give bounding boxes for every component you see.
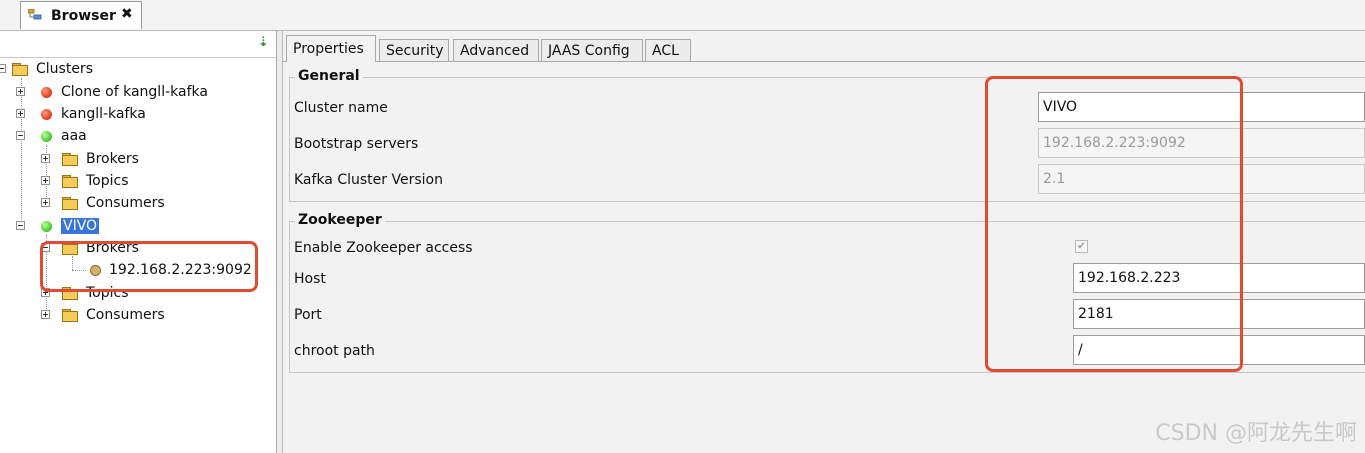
chroot-path-field[interactable]: / — [1073, 335, 1365, 365]
folder-icon — [62, 309, 78, 322]
tree-guide — [72, 256, 73, 270]
view-tab-bar: Browser ✖ — [0, 0, 1365, 31]
port-field[interactable]: 2181 — [1073, 299, 1365, 329]
host-field[interactable]: 192.168.2.223 — [1073, 263, 1365, 293]
collapse-toggle[interactable] — [16, 221, 25, 230]
node-label: Topics — [86, 173, 129, 189]
tree-item-cluster-selected[interactable]: VIVO — [16, 216, 100, 236]
cluster-name-label: Cluster name — [294, 100, 388, 116]
expand-toggle[interactable] — [41, 288, 50, 297]
folder-icon — [62, 153, 78, 166]
tab-properties[interactable]: Properties — [286, 35, 376, 62]
folder-open-icon — [12, 63, 28, 76]
tree-item-cluster[interactable]: Clone of kangll-kafka — [16, 82, 208, 102]
collapse-toggle[interactable] — [0, 64, 6, 73]
cluster-name-field[interactable]: VIVO — [1038, 92, 1365, 122]
watermark: CSDN @阿龙先生啊 — [1155, 421, 1357, 446]
enable-zookeeper-checkbox[interactable]: ✔ — [1075, 240, 1088, 253]
kafka-version-field[interactable]: 2.1 — [1038, 164, 1365, 194]
node-label: Topics — [86, 285, 129, 301]
tree-item-consumers[interactable]: Consumers — [41, 305, 165, 325]
tree-item-topics[interactable]: Topics — [41, 171, 129, 191]
cluster-label: kangll-kafka — [61, 106, 146, 122]
node-label: Brokers — [86, 240, 139, 256]
tree-view-icon — [28, 9, 42, 20]
tree-item-cluster[interactable]: aaa — [16, 126, 87, 146]
status-disconnected-icon — [41, 86, 52, 98]
general-title: General — [295, 68, 363, 84]
tree-root-clusters[interactable]: Clusters — [0, 59, 93, 79]
expand-toggle[interactable] — [41, 310, 50, 319]
tab-label: Security — [386, 42, 444, 59]
broker-label: 192.168.2.223:9092 — [109, 262, 252, 278]
folder-open-icon — [62, 242, 78, 255]
tab-acl[interactable]: ACL — [645, 39, 691, 61]
expand-toggle[interactable] — [16, 109, 25, 118]
tree-item-brokers[interactable]: Brokers — [41, 149, 139, 169]
tree-guide — [72, 270, 86, 271]
enable-zookeeper-label: Enable Zookeeper access — [294, 240, 473, 256]
collapse-toggle[interactable] — [41, 243, 50, 252]
expand-toggle[interactable] — [16, 87, 25, 96]
tab-label: ACL — [652, 42, 679, 59]
tree-item-cluster[interactable]: kangll-kafka — [16, 104, 146, 124]
cluster-label: Clone of kangll-kafka — [61, 84, 208, 100]
browser-tab-label: Browser — [51, 8, 116, 24]
cluster-label: VIVO — [61, 218, 100, 234]
tab-advanced[interactable]: Advanced — [453, 39, 539, 61]
tab-strip: Properties Security Advanced JAAS Config… — [283, 31, 1365, 62]
folder-icon — [62, 287, 78, 300]
tree-toolbar: ⇣ — [0, 31, 276, 58]
status-connected-icon — [41, 220, 52, 232]
collapse-all-icon[interactable]: ⇣ — [258, 35, 272, 51]
status-connected-icon — [41, 130, 52, 142]
chroot-path-label: chroot path — [294, 343, 375, 359]
cluster-label: aaa — [61, 128, 87, 144]
collapse-toggle[interactable] — [16, 131, 25, 140]
tab-security[interactable]: Security — [379, 39, 449, 61]
expand-toggle[interactable] — [41, 198, 50, 207]
close-icon[interactable]: ✖ — [121, 6, 133, 22]
tree-item-brokers[interactable]: Brokers — [41, 238, 139, 258]
tree-root-label: Clusters — [36, 61, 93, 77]
node-label: Consumers — [86, 195, 165, 211]
browser-view-tab[interactable]: Browser ✖ — [20, 1, 142, 29]
host-label: Host — [294, 271, 326, 287]
tab-label: Advanced — [460, 42, 530, 59]
properties-panel: Properties Security Advanced JAAS Config… — [283, 31, 1365, 453]
bootstrap-servers-label: Bootstrap servers — [294, 136, 419, 152]
zookeeper-title: Zookeeper — [295, 212, 385, 228]
broker-icon — [90, 264, 101, 276]
node-label: Brokers — [86, 151, 139, 167]
tree-item-topics[interactable]: Topics — [41, 283, 129, 303]
tree-item-broker[interactable]: 192.168.2.223:9092 — [90, 260, 252, 280]
expand-toggle[interactable] — [41, 154, 50, 163]
tab-label: Properties — [293, 41, 364, 57]
kafka-version-label: Kafka Cluster Version — [294, 172, 443, 188]
node-label: Consumers — [86, 307, 165, 323]
tree-item-consumers[interactable]: Consumers — [41, 193, 165, 213]
tab-label: JAAS Config — [548, 42, 630, 59]
port-label: Port — [294, 307, 322, 323]
expand-toggle[interactable] — [41, 176, 50, 185]
folder-icon — [62, 197, 78, 210]
tab-jaas-config[interactable]: JAAS Config — [541, 39, 643, 61]
cluster-tree-panel: ⇣ Clusters Clone of kangll-kafka kangll-… — [0, 31, 277, 453]
bootstrap-servers-field[interactable]: 192.168.2.223:9092 — [1038, 128, 1365, 158]
folder-icon — [62, 175, 78, 188]
status-disconnected-icon — [41, 108, 52, 120]
